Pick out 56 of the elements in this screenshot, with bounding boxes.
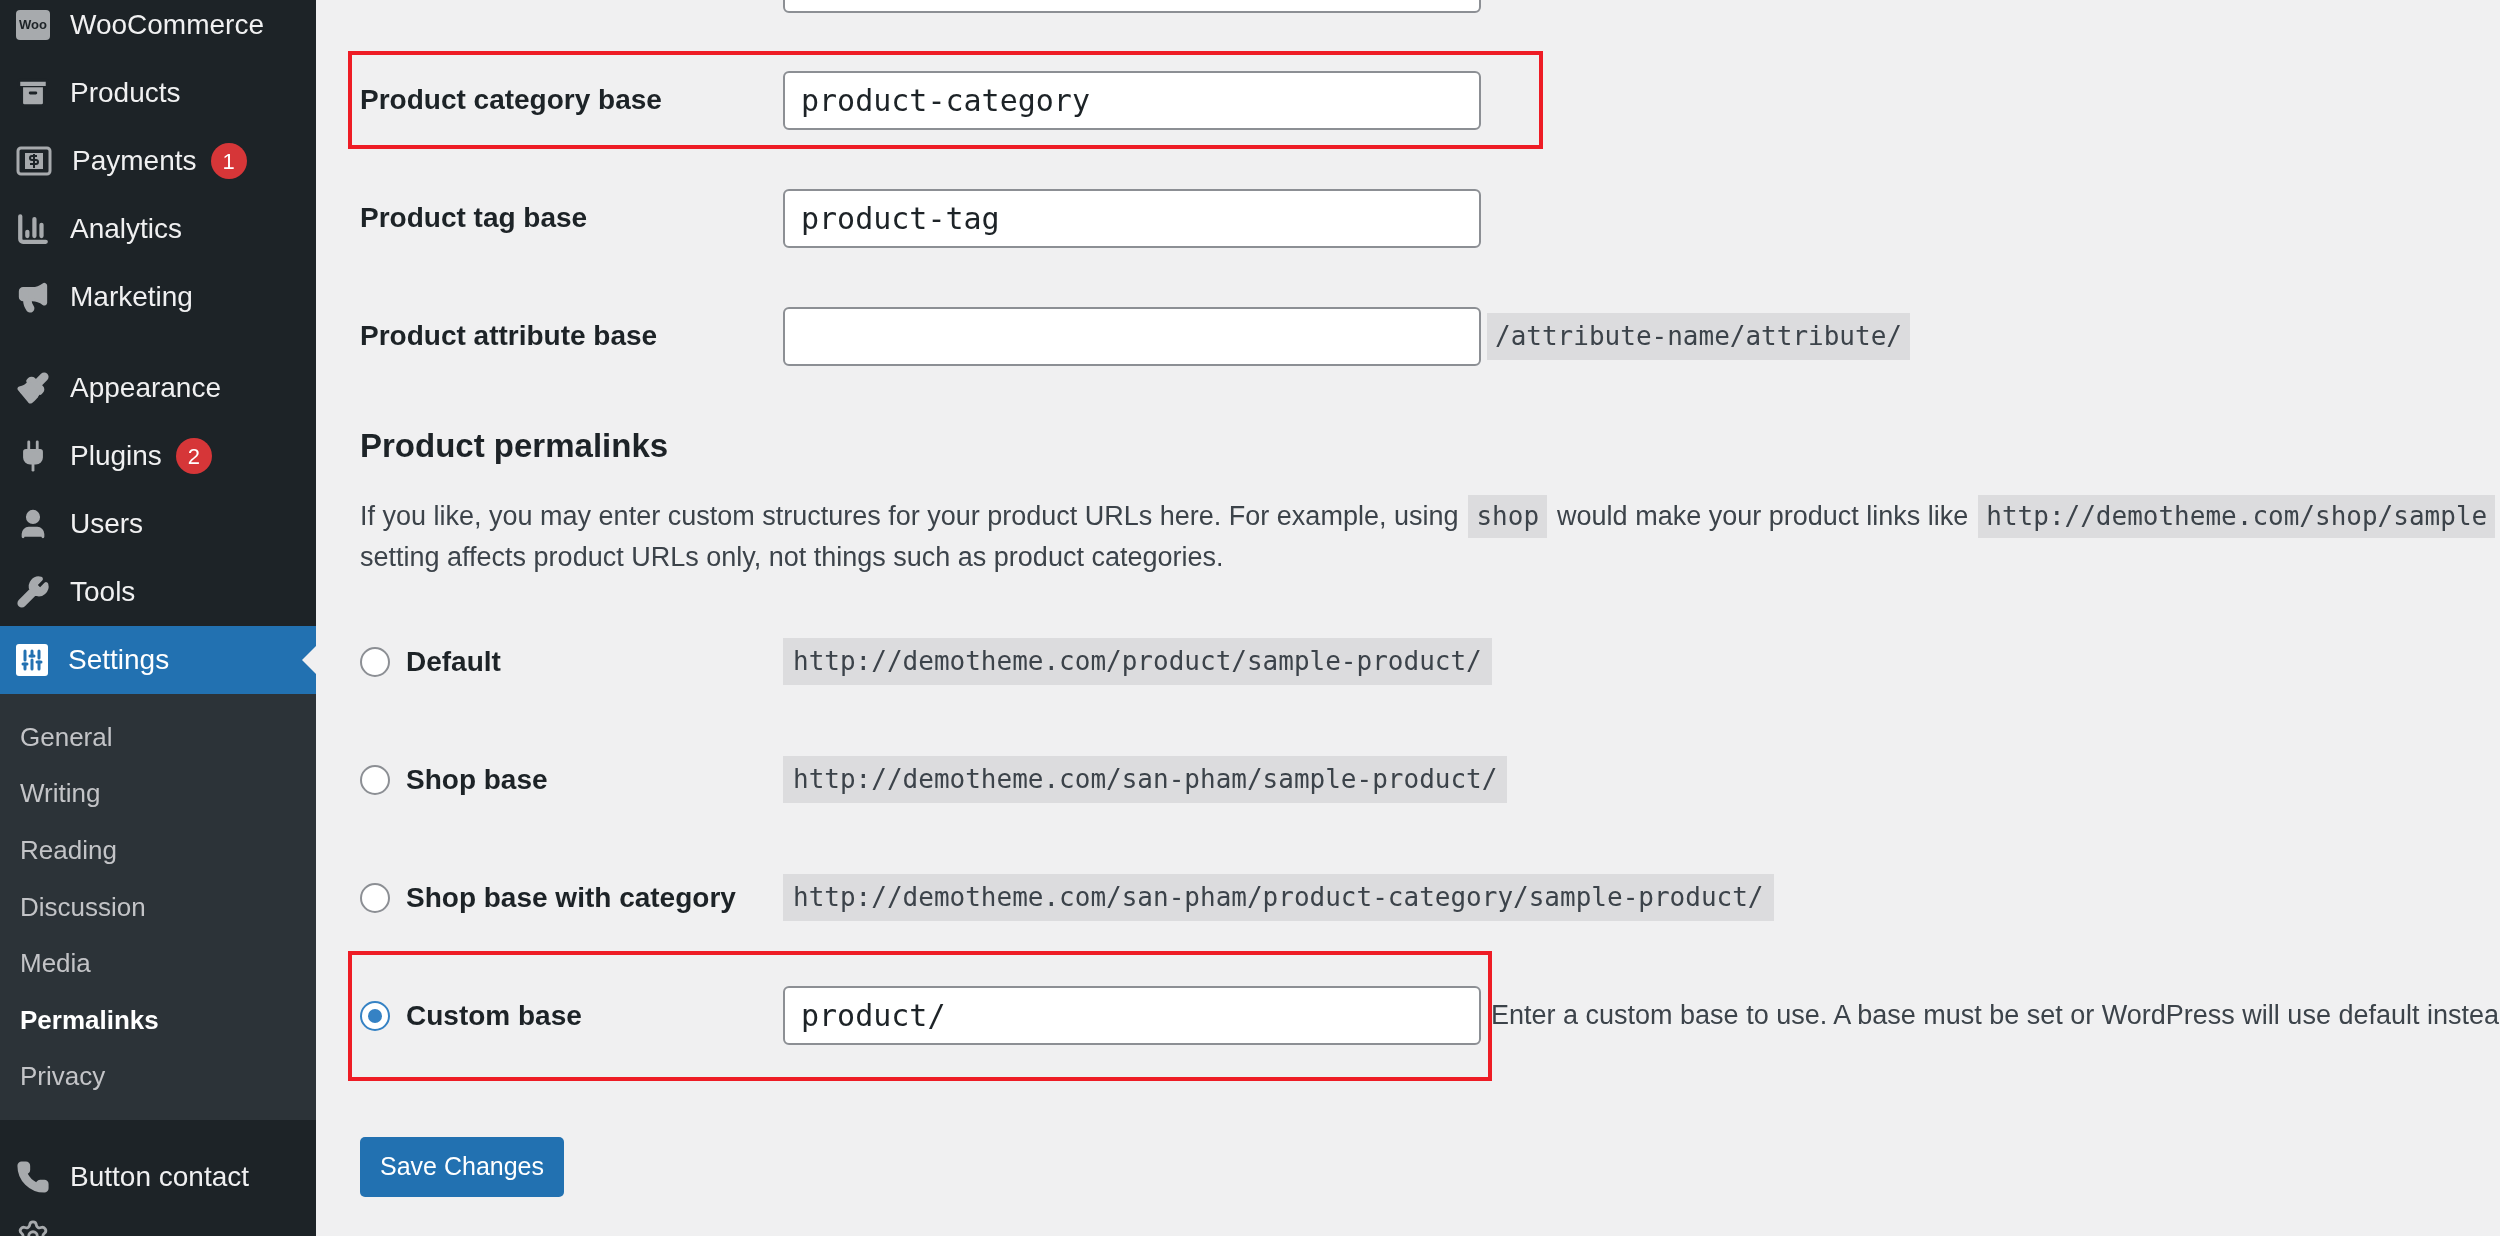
submenu-item[interactable]: Writing [0, 765, 316, 823]
save-button[interactable]: Save Changes [360, 1136, 564, 1197]
input-field[interactable]: product-tag [783, 188, 1481, 248]
code-snippet: http://demotheme.com/shop/sample [1978, 495, 2496, 538]
field-label: Product category base [360, 83, 663, 117]
menu-item[interactable]: Settings [0, 626, 316, 694]
input-field[interactable]: product-category [783, 70, 1481, 130]
description-text: setting affects product URLs only, not things such as product categories. [360, 540, 1225, 574]
menu-item[interactable]: Products [0, 59, 316, 127]
field-label: Product attribute base [360, 319, 659, 353]
woo-logo-icon: Woo [16, 10, 50, 40]
option-label: Custom base [406, 998, 582, 1033]
field-note: Enter a custom base to use. A base must be set or WordPress will use default instea [1491, 999, 2500, 1033]
count-badge: 2 [175, 438, 212, 474]
code-snippet: /attribute-name/attribute/ [1487, 312, 1910, 360]
radio-button[interactable] [360, 764, 390, 795]
radio-button[interactable] [360, 882, 390, 913]
paintbrush-icon [16, 371, 50, 405]
bar-chart-icon [16, 212, 50, 246]
menu-item[interactable]: Woo WooCommerce [0, 0, 316, 59]
sliders-icon [16, 644, 48, 676]
input-field[interactable]: product/ [783, 986, 1481, 1045]
description-text: would make your product links like [1557, 500, 1969, 534]
menu-item[interactable]: Appearance [0, 354, 316, 422]
count-badge: 1 [210, 143, 247, 179]
menu-item[interactable]: Plugins 2 [0, 422, 316, 490]
menu-item[interactable]: Analytics [0, 195, 316, 263]
description-text: If you like, you may enter custom structures for your product URLs here. For example, using [360, 500, 1459, 534]
radio-button[interactable] [360, 1000, 390, 1031]
field-label: Product tag base [360, 201, 589, 235]
dollar-icon [16, 146, 52, 176]
code-snippet: shop [1468, 495, 1548, 538]
menu-item[interactable]: Tools [0, 558, 316, 626]
section-heading: Product permalinks [360, 426, 670, 466]
submenu-item[interactable]: Permalinks [0, 991, 316, 1049]
option-label: Shop base [406, 762, 548, 797]
code-snippet: http://demotheme.com/san-pham/sample-product/ [783, 756, 1508, 803]
menu-item[interactable]: Payments 1 [0, 127, 316, 195]
megaphone-icon [16, 280, 50, 314]
menu-item[interactable]: Users [0, 490, 316, 558]
menu-item[interactable]: Marketing [0, 263, 316, 331]
submenu-item[interactable]: General [0, 709, 316, 766]
menu-item[interactable]: Button contact [0, 1143, 316, 1212]
phone-icon [16, 1160, 50, 1195]
code-snippet: http://demotheme.com/san-pham/product-category/sample-product/ [783, 874, 1774, 921]
wrench-icon [16, 575, 50, 609]
code-snippet: http://demotheme.com/product/sample-product/ [783, 638, 1492, 685]
input-field[interactable] [783, 306, 1481, 366]
option-label: Default [406, 644, 501, 679]
radio-button[interactable] [360, 646, 390, 677]
option-label: Shop base with category [406, 880, 736, 915]
submenu-item[interactable]: Privacy [0, 1048, 316, 1106]
submenu-item[interactable]: Discussion [0, 878, 316, 936]
submenu-item[interactable]: Media [0, 935, 316, 992]
current-arrow-icon [302, 646, 316, 674]
submenu-item[interactable]: Reading [0, 822, 316, 879]
